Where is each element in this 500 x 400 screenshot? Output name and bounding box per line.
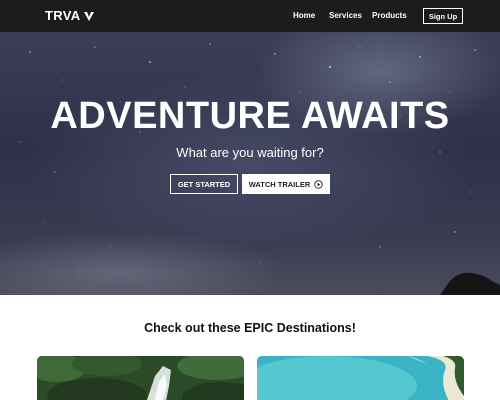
nav-link-products[interactable]: Products — [372, 11, 407, 20]
watch-trailer-label: WATCH TRAILER — [248, 179, 311, 189]
destination-card-forest[interactable] — [37, 356, 244, 400]
destination-card-beach[interactable] — [257, 356, 464, 400]
nav-link-services[interactable]: Services — [329, 11, 362, 20]
navbar: TRVA Home Services Products Sign Up — [0, 0, 500, 32]
sign-up-button[interactable]: Sign Up — [423, 8, 463, 24]
destinations-heading: Check out these EPIC Destinations! — [144, 321, 356, 335]
starry-sky-background — [19, 43, 476, 278]
nav-link-home[interactable]: Home — [293, 11, 315, 20]
rock-silhouette — [440, 272, 500, 295]
hero-title: ADVENTURE AWAITS — [50, 95, 450, 137]
play-circle-icon — [314, 179, 323, 189]
forest-waterfall-photo — [37, 356, 244, 400]
hero-subtitle: What are you waiting for? — [176, 145, 324, 160]
watch-trailer-button[interactable]: WATCH TRAILER — [242, 174, 330, 194]
get-started-button[interactable]: GET STARTED — [170, 174, 238, 194]
tropical-beach-aerial-photo — [257, 356, 464, 400]
hero-section: ADVENTURE AWAITS What are you waiting fo… — [0, 32, 500, 295]
